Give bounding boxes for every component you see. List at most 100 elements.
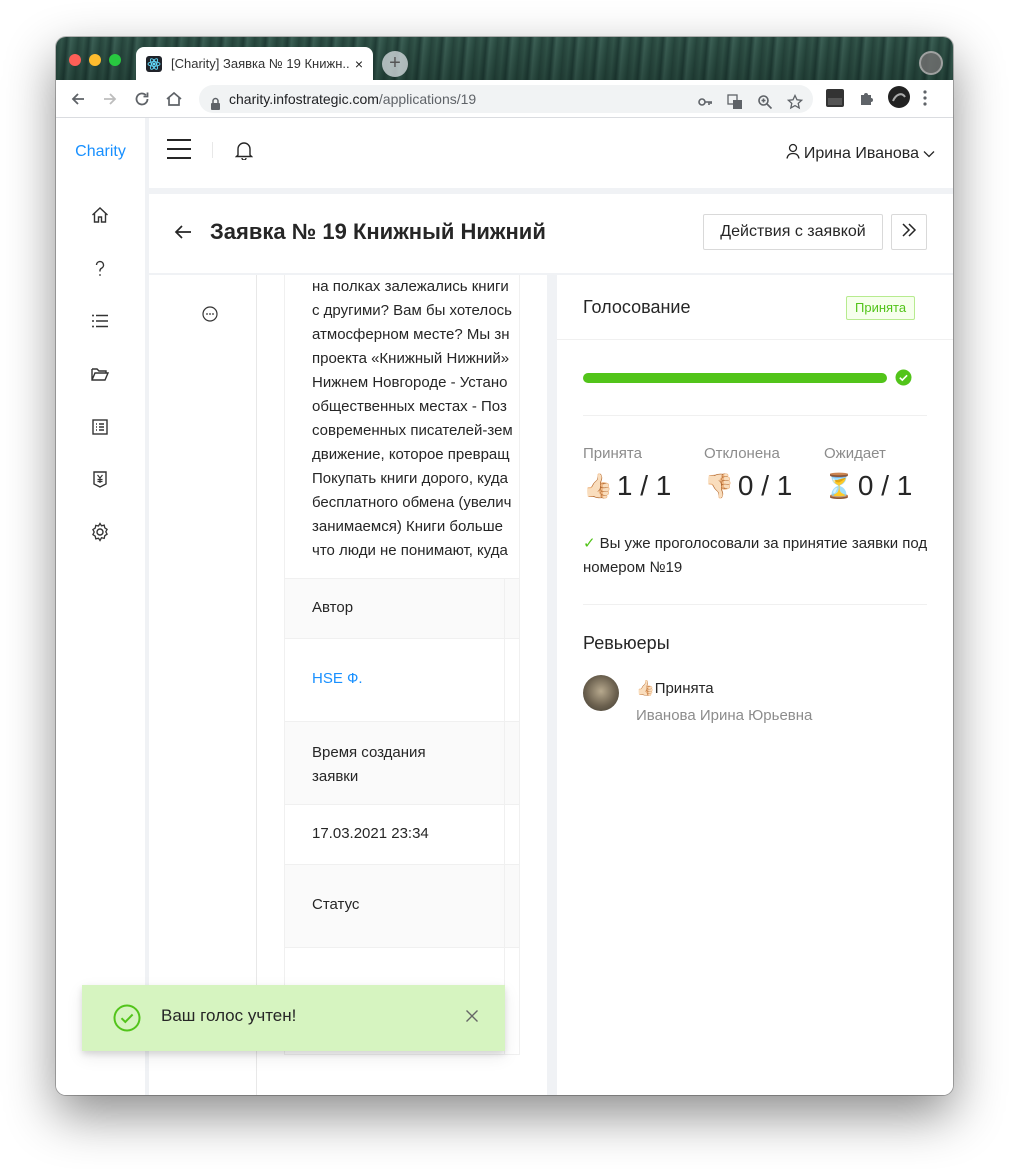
folder-open-icon[interactable] <box>88 362 112 386</box>
stat-label: Ожидает <box>824 445 886 462</box>
reviewer-decision: 👍🏻Принята <box>636 679 714 697</box>
table-row: Статус <box>285 864 519 947</box>
progress-fill <box>583 373 887 383</box>
home-icon[interactable] <box>88 203 112 227</box>
reviewers-title: Ревьюеры <box>583 633 670 653</box>
page-title: Заявка № 19 Книжный Нижний <box>210 219 546 244</box>
user-name: Ирина Иванова <box>803 144 919 162</box>
voting-panel: Голосование Принята Принята 👍🏻 1 / 1 Откл… <box>557 275 953 1095</box>
stat-label: Принята <box>583 445 642 462</box>
created-label: Время создания заявки <box>312 744 426 785</box>
user-icon <box>786 143 800 164</box>
description-text: на полках залежались книги с другими? Ва… <box>312 275 519 563</box>
stat-accepted: Принята 👍🏻 1 / 1 <box>583 445 671 502</box>
check-icon: ✓ <box>583 535 596 552</box>
settings-gear-icon[interactable] <box>88 520 112 544</box>
comment-icon[interactable] <box>201 305 219 328</box>
voting-progress-bar <box>583 373 887 383</box>
browser-profile-button[interactable] <box>919 51 943 75</box>
avatar <box>583 675 619 711</box>
divider <box>583 604 927 605</box>
description-line: проекта «Книжный Нижний» <box>312 350 510 367</box>
reload-icon[interactable] <box>132 89 152 109</box>
thumbs-down-icon: 👎🏻 <box>704 472 734 500</box>
stat-rejected: Отклонена 👎🏻 0 / 1 <box>704 445 792 502</box>
details-table: на полках залежались книги с другими? Ва… <box>284 275 520 1055</box>
extensions-puzzle-icon[interactable] <box>858 89 876 112</box>
reviewer-name: Иванова Ирина Юрьевна <box>636 707 813 724</box>
status-badge: Принята <box>846 296 916 320</box>
browser-titlebar: [Charity] Заявка № 19 Книжн... × + <box>56 37 953 80</box>
description-line: Нижнем Новгороде - Устано <box>312 374 508 391</box>
maximize-window-button[interactable] <box>109 54 121 66</box>
table-row: Время создания заявки <box>285 721 519 804</box>
description-line: атмосферном месте? Мы зн <box>312 326 510 343</box>
description-line: на полках залежались книги <box>312 278 509 295</box>
description-line: движение, которое превращ <box>312 446 510 463</box>
close-icon[interactable] <box>465 1007 479 1028</box>
zoom-icon[interactable] <box>757 91 773 119</box>
table-row: Автор <box>285 578 519 638</box>
browser-toolbar: charity.infostrategic.com/applications/1… <box>56 80 953 118</box>
profile-avatar-icon[interactable] <box>888 86 910 113</box>
user-menu[interactable]: Ирина Иванова <box>786 143 935 164</box>
voted-message-text: Вы уже проголосовали за принятие заявки … <box>583 535 928 576</box>
selenium-extension-icon[interactable] <box>826 89 844 112</box>
browser-menu-icon[interactable] <box>922 89 928 112</box>
stat-value: 0 / 1 <box>737 470 793 501</box>
back-icon[interactable] <box>68 89 88 109</box>
toast-message: Ваш голос учтен! <box>161 1006 297 1025</box>
list-icon[interactable] <box>88 309 112 333</box>
translate-icon[interactable] <box>727 91 743 119</box>
browser-tab[interactable]: [Charity] Заявка № 19 Книжн... × <box>136 47 373 80</box>
url-host: charity.infostrategic.com <box>229 91 379 107</box>
author-label: Автор <box>312 599 354 616</box>
brand-logo[interactable]: Charity <box>56 143 145 161</box>
description-line: занимаемся) Книги больше <box>312 518 503 535</box>
table-row: 17.03.2021 23:34 <box>285 804 519 864</box>
money-collect-icon[interactable] <box>88 467 112 491</box>
stat-pending: Ожидает ⏳ 0 / 1 <box>824 445 912 502</box>
minimize-window-button[interactable] <box>89 54 101 66</box>
thumbs-up-icon: 👍🏻 <box>636 680 655 697</box>
header-divider <box>212 142 213 158</box>
home-icon[interactable] <box>164 89 184 109</box>
check-circle-icon <box>895 369 912 391</box>
new-tab-button[interactable]: + <box>382 51 408 77</box>
help-icon[interactable] <box>88 256 112 280</box>
key-icon[interactable] <box>697 91 713 119</box>
bell-icon[interactable] <box>234 140 254 165</box>
divider <box>557 339 953 340</box>
author-link[interactable]: HSE Ф. <box>312 670 363 687</box>
tab-close-icon[interactable]: × <box>355 56 363 72</box>
description-line: общественных местах - Поз <box>312 398 507 415</box>
forward-icon[interactable] <box>100 89 120 109</box>
reviewer-decision-text: Принята <box>654 680 714 697</box>
status-label: Статус <box>312 896 360 913</box>
browser-window: [Charity] Заявка № 19 Книжн... × + chari… <box>56 37 953 1095</box>
description-line: бесплатного обмена (увелич <box>312 494 512 511</box>
stat-value: 0 / 1 <box>857 470 913 501</box>
table-row: HSE Ф. <box>285 638 519 721</box>
url-path: /applications/19 <box>378 91 477 107</box>
voted-message: ✓ Вы уже проголосовали за принятие заявки… <box>583 532 933 580</box>
divider <box>583 415 927 416</box>
close-window-button[interactable] <box>69 54 81 66</box>
application-actions-button[interactable]: Действия с заявкой <box>703 214 883 250</box>
react-icon <box>146 55 162 72</box>
application-details-card: на полках залежались книги с другими? Ва… <box>149 275 547 1095</box>
stat-label: Отклонена <box>704 445 780 462</box>
description-line: современных писателей-зем <box>312 422 513 439</box>
menu-toggle-icon[interactable] <box>167 139 191 161</box>
thumbs-up-icon: 👍🏻 <box>583 472 613 500</box>
bookmark-star-icon[interactable] <box>786 91 804 119</box>
description-line: с другими? Вам бы хотелось <box>312 302 512 319</box>
back-arrow-icon[interactable] <box>174 224 192 245</box>
profile-list-icon[interactable] <box>88 415 112 439</box>
lock-icon <box>210 92 221 120</box>
address-bar[interactable]: charity.infostrategic.com/applications/1… <box>199 85 813 113</box>
app-root: Charity Ирина Иванова Заявка № 19 Книжны… <box>56 118 953 1095</box>
voting-title: Голосование <box>583 297 691 317</box>
expand-panel-button[interactable] <box>891 214 927 250</box>
stat-value: 1 / 1 <box>616 470 672 501</box>
